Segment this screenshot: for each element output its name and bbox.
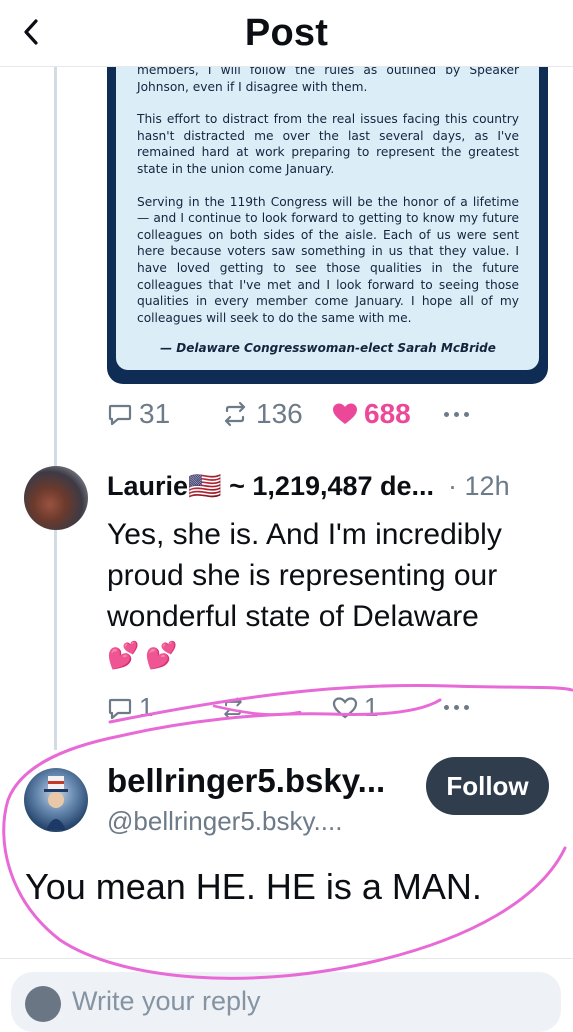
- avatar[interactable]: [24, 466, 88, 530]
- reply-author-name[interactable]: Laurie🇺🇸 ~ 1,219,487 de...: [107, 470, 434, 502]
- like-button[interactable]: 1: [332, 692, 444, 723]
- reply-icon: [108, 404, 132, 426]
- reply-post-actions: 1 1: [107, 692, 469, 723]
- heart-filled-icon: [333, 403, 357, 424]
- reply-emoji: 💕💕: [107, 640, 184, 670]
- like-button[interactable]: 688: [332, 398, 444, 430]
- user-avatar: [25, 986, 61, 1022]
- reply-button[interactable]: 1: [107, 692, 220, 723]
- repost-icon: [224, 401, 246, 427]
- like-count: 688: [364, 398, 411, 429]
- author-handle[interactable]: @bellringer5.bsky....: [107, 806, 385, 837]
- statement-paragraph: Serving in the 119th Congress will be th…: [137, 194, 519, 325]
- more-options-button[interactable]: [444, 411, 469, 417]
- repost-button[interactable]: 136: [220, 398, 332, 430]
- reply-count: 31: [139, 398, 171, 429]
- uncle-sam-figure-icon: [44, 776, 68, 830]
- reply-button[interactable]: 31: [107, 398, 220, 430]
- reply-composer[interactable]: Write your reply: [11, 972, 561, 1032]
- statement-text-block: members, I will follow the rules as outl…: [116, 40, 539, 370]
- divider: [0, 958, 573, 959]
- reply-icon: [108, 698, 132, 719]
- statement-signature: — Delaware Congresswoman-elect Sarah McB…: [160, 341, 496, 356]
- repost-icon: [224, 697, 242, 718]
- statement-image[interactable]: members, I will follow the rules as outl…: [107, 40, 548, 384]
- repost-count: 136: [256, 398, 303, 429]
- reply-body-text: Yes, she is. And I'm incredibly proud sh…: [107, 518, 502, 633]
- author-display-name[interactable]: bellringer5.bsky...: [107, 762, 385, 800]
- reply-timestamp: · 12h: [448, 470, 510, 501]
- root-post-actions: 31 136 688: [107, 398, 469, 430]
- page-title: Post: [244, 12, 329, 54]
- reply-placeholder: Write your reply: [72, 986, 261, 1016]
- avatar[interactable]: [24, 768, 88, 832]
- focused-post-author: bellringer5.bsky... @bellringer5.bsky...…: [107, 762, 385, 837]
- reply-count: 1: [139, 692, 154, 722]
- focused-post-text: You mean HE. HE is a MAN.: [25, 866, 482, 907]
- heart-outline-icon: [332, 696, 358, 718]
- reply-author-row: Laurie🇺🇸 ~ 1,219,487 de... · 12h: [107, 470, 557, 502]
- top-bar: Post: [0, 0, 573, 67]
- thread-connector-line: [54, 66, 57, 750]
- more-options-button[interactable]: [444, 705, 469, 710]
- statement-paragraph: This effort to distract from the real is…: [137, 112, 519, 176]
- repost-button[interactable]: [220, 696, 332, 720]
- follow-button[interactable]: Follow: [426, 757, 549, 815]
- like-count: 1: [364, 692, 379, 722]
